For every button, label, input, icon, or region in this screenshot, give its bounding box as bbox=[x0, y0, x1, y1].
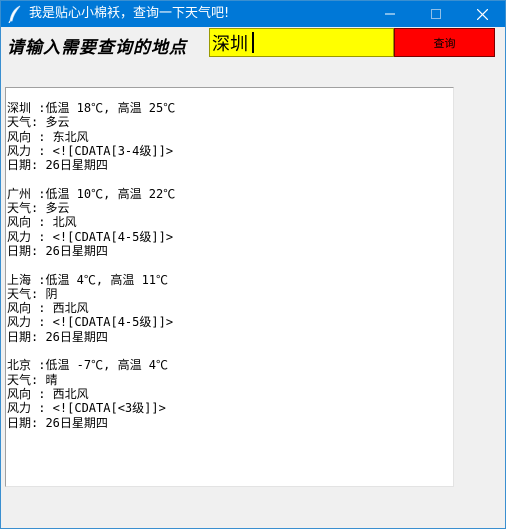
maximize-button[interactable] bbox=[413, 1, 459, 27]
minimize-button[interactable] bbox=[367, 1, 413, 27]
title-bar[interactable]: 我是贴心小棉袄，查询一下天气吧! bbox=[1, 1, 505, 27]
text-caret bbox=[252, 32, 254, 53]
query-button[interactable]: 查询 bbox=[394, 28, 495, 57]
close-icon bbox=[476, 8, 488, 20]
maximize-icon bbox=[431, 9, 441, 19]
location-prompt-label: 请输入需要查询的地点 bbox=[7, 38, 187, 58]
close-button[interactable] bbox=[459, 1, 505, 27]
window-title: 我是贴心小棉袄，查询一下天气吧! bbox=[29, 6, 230, 21]
city-input[interactable] bbox=[209, 28, 394, 57]
app-window: 我是贴心小棉袄，查询一下天气吧! 请输入需要查询的地点 查询 深圳 :低温 18… bbox=[0, 0, 506, 529]
feather-icon bbox=[7, 5, 23, 24]
minimize-icon bbox=[385, 9, 395, 19]
weather-results-text: 深圳 :低温 18℃, 高温 25℃ 天气: 多云 风向 : 东北风 风力 : … bbox=[7, 101, 176, 430]
weather-results-panel[interactable]: 深圳 :低温 18℃, 高温 25℃ 天气: 多云 风向 : 东北风 风力 : … bbox=[5, 87, 454, 487]
